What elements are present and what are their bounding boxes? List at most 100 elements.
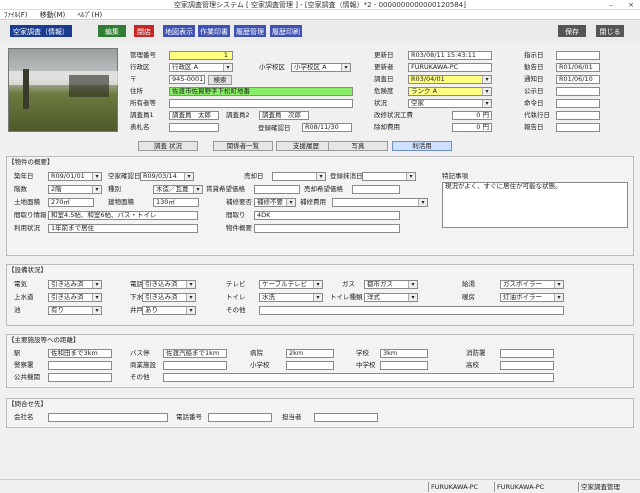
close-button[interactable]: 閉じる bbox=[596, 25, 624, 37]
tv-select[interactable]: ケーブルテレビ bbox=[259, 280, 323, 289]
save-button[interactable]: 保存 bbox=[558, 25, 586, 37]
close-store-button[interactable]: 閉店 bbox=[134, 25, 154, 37]
police-field[interactable] bbox=[48, 361, 112, 370]
close-window-button[interactable]: × bbox=[625, 0, 637, 10]
other-equip-label: その他 bbox=[226, 306, 246, 314]
demolition-cost-field[interactable]: 0 円 bbox=[452, 123, 492, 132]
other-equip-field[interactable] bbox=[259, 306, 564, 315]
owner-field[interactable] bbox=[169, 99, 353, 108]
gas-label: ガス bbox=[342, 280, 355, 288]
building-area-field[interactable]: 130㎡ bbox=[153, 198, 199, 207]
pond-select[interactable]: 有り bbox=[48, 306, 102, 315]
history-print-button[interactable]: 履歴印刷 bbox=[270, 25, 302, 37]
ward-label: 行政区 bbox=[130, 63, 150, 71]
water-select[interactable]: 引き込み済 bbox=[48, 293, 102, 302]
company-field[interactable] bbox=[48, 413, 168, 422]
public-office-field[interactable] bbox=[48, 373, 112, 382]
notes-textarea[interactable]: 現況がよく、すぐに居住が可能な状態。 bbox=[442, 182, 628, 228]
repair-cost-label: 改修状況工費 bbox=[374, 111, 413, 119]
photos-button[interactable]: 写真 bbox=[328, 141, 388, 151]
school-select[interactable]: 小学校区 A bbox=[291, 63, 351, 72]
execution-date-field[interactable] bbox=[556, 111, 600, 120]
publish-date-field[interactable] bbox=[556, 87, 600, 96]
toilet-select[interactable]: 水洗 bbox=[259, 293, 323, 302]
well-select[interactable]: あり bbox=[142, 306, 196, 315]
phone-field[interactable] bbox=[208, 413, 272, 422]
vacant-date-label: 空家確認日 bbox=[108, 172, 141, 180]
usage-field[interactable]: 1年前まで居住 bbox=[48, 224, 198, 233]
structure-select[interactable]: 木造／瓦葺 bbox=[153, 185, 203, 194]
mgmt-no-field[interactable]: 1 bbox=[169, 51, 233, 60]
hospital-field[interactable]: 2km bbox=[286, 349, 334, 358]
address-label: 住所 bbox=[130, 87, 143, 95]
person-field[interactable] bbox=[314, 413, 378, 422]
rent-price-field[interactable] bbox=[254, 185, 300, 194]
property-photo[interactable] bbox=[8, 48, 119, 132]
updated-by-label: 更新者 bbox=[374, 63, 394, 71]
address-field[interactable]: 佐渡市佐賀野字下松町地番 bbox=[169, 87, 353, 96]
market-field[interactable] bbox=[163, 361, 227, 370]
map-button[interactable]: 地図表示 bbox=[163, 25, 195, 37]
order-date-field[interactable] bbox=[556, 99, 600, 108]
layout-info-field[interactable]: 和室4.5帖、和室6帖、バス・トイレ bbox=[48, 211, 198, 220]
fire-station-field[interactable] bbox=[500, 349, 554, 358]
notice-date-field[interactable]: R01/06/10 bbox=[556, 75, 600, 84]
survey-date-field[interactable]: R03/04/01 bbox=[408, 75, 492, 84]
nameplate-field[interactable] bbox=[169, 123, 219, 132]
sale-date-field[interactable] bbox=[272, 172, 326, 181]
zip-search-button[interactable]: 検索 bbox=[208, 75, 232, 85]
floors-select[interactable]: 2階 bbox=[48, 185, 102, 194]
reg-date-label: 登録抹消日 bbox=[330, 172, 363, 180]
repair-expense-field[interactable] bbox=[332, 198, 428, 207]
instruct-date-field[interactable] bbox=[556, 51, 600, 60]
surveyor2-field[interactable]: 調査員 次郎 bbox=[259, 111, 309, 120]
surveyor1-field[interactable]: 調査員 太郎 bbox=[169, 111, 219, 120]
advice-date-field[interactable]: R01/06/01 bbox=[556, 63, 600, 72]
advice-date-label: 勧告日 bbox=[524, 63, 544, 71]
property-summary-field[interactable] bbox=[254, 224, 400, 233]
print-list-button[interactable]: 作業印書 bbox=[198, 25, 230, 37]
ward-select[interactable]: 行政区 A bbox=[169, 63, 233, 72]
built-field[interactable]: R09/01/01 bbox=[48, 172, 102, 181]
high-school-field[interactable] bbox=[500, 361, 554, 370]
window-title-bar: 空家調査管理システム [ 空家調査管理 ] - [空家調査（情報）*2 - 00… bbox=[0, 0, 640, 10]
menu-help[interactable]: ﾍﾙﾌﾟ(H) bbox=[77, 11, 102, 19]
sewer-select[interactable]: 引き込み済 bbox=[142, 293, 196, 302]
vacant-date-field[interactable]: R09/03/14 bbox=[140, 172, 194, 181]
utilization-button[interactable]: 利活用 bbox=[392, 141, 452, 151]
surveyor1-label: 調査員1 bbox=[130, 111, 154, 119]
gas-select[interactable]: 都市ガス bbox=[364, 280, 418, 289]
sale-price-field[interactable] bbox=[352, 185, 400, 194]
edit-button[interactable]: 編集 bbox=[98, 25, 126, 37]
junior-high-field[interactable] bbox=[380, 361, 428, 370]
station-field[interactable]: 佐和田まで3km bbox=[48, 349, 112, 358]
report-date-field[interactable] bbox=[556, 123, 600, 132]
history-button[interactable]: 履歴管理 bbox=[234, 25, 266, 37]
pond-label: 池 bbox=[14, 306, 21, 314]
other-nearby-field[interactable] bbox=[163, 373, 554, 382]
zip-field[interactable]: 945-0001 bbox=[169, 75, 205, 84]
repair-need-select[interactable]: 補修不要 bbox=[254, 198, 296, 207]
status-select[interactable]: 空家 bbox=[408, 99, 492, 108]
support-history-button[interactable]: 支援履歴 bbox=[276, 141, 336, 151]
floorplan-field[interactable]: 4DK bbox=[254, 211, 400, 220]
survey-status-button[interactable]: 調査 状況 bbox=[138, 141, 198, 151]
school-label: 小学校区 bbox=[259, 63, 285, 71]
elementary-field[interactable] bbox=[286, 361, 334, 370]
telephone-select[interactable]: 引き込み済 bbox=[142, 280, 196, 289]
bus-field[interactable]: 佐渡汽船まで1km bbox=[163, 349, 227, 358]
electricity-select[interactable]: 引き込み済 bbox=[48, 280, 102, 289]
menu-file[interactable]: ﾌｧｲﾙ(F) bbox=[4, 11, 28, 19]
related-list-button[interactable]: 関係者一覧 bbox=[213, 141, 273, 151]
heating-select[interactable]: 灯油ボイラー bbox=[500, 293, 564, 302]
school-distance-field[interactable]: 3km bbox=[380, 349, 428, 358]
repair-cost-field[interactable]: 0 円 bbox=[452, 111, 492, 120]
land-area-field[interactable]: 270㎡ bbox=[48, 198, 94, 207]
toilet-type-select[interactable]: 洋式 bbox=[364, 293, 418, 302]
menu-move[interactable]: 移動(M) bbox=[40, 11, 66, 19]
reg-date-field[interactable] bbox=[362, 172, 416, 181]
minimize-button[interactable]: – bbox=[605, 0, 617, 10]
hot-water-select[interactable]: ガスボイラー bbox=[500, 280, 564, 289]
regdate-field[interactable]: R08/11/30 bbox=[302, 123, 352, 132]
danger-select[interactable]: ランク A bbox=[408, 87, 492, 96]
